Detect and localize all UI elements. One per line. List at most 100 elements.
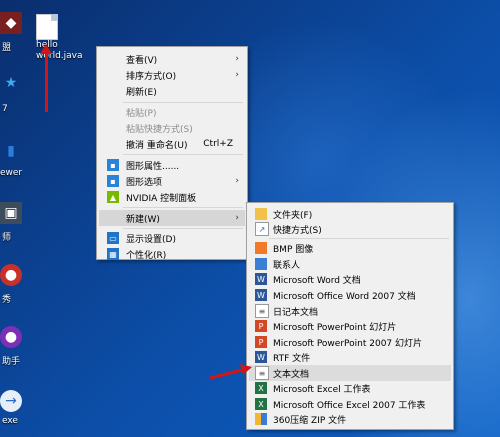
shortcut-icon: ↗ xyxy=(255,222,269,236)
context-menu: 查看(V) › 排序方式(O) › 刷新(E) 粘贴(P) 粘贴快捷方式(S) … xyxy=(96,46,248,262)
java-file-icon[interactable] xyxy=(36,14,58,40)
submenu-label: Microsoft Office Word 2007 文档 xyxy=(273,291,416,302)
menu-item-paste-shortcut[interactable]: 粘贴快捷方式(S) xyxy=(99,120,245,136)
app-icon-7[interactable]: → xyxy=(0,390,22,412)
desktop-label-1: 盟 xyxy=(2,43,12,53)
desktop-label-5: 秀 xyxy=(2,295,12,305)
new-item-text-document[interactable]: ≡ 文本文档 xyxy=(249,365,451,381)
menu-shortcut: Ctrl+Z xyxy=(203,139,233,149)
submenu-label: Microsoft Excel 工作表 xyxy=(273,384,371,395)
menu-item-undo-rename[interactable]: 撤消 重命名(U) Ctrl+Z xyxy=(99,136,245,152)
desktop-label-6: 助手 xyxy=(2,357,21,367)
new-item-word-2007[interactable]: W Microsoft Office Word 2007 文档 xyxy=(249,287,451,303)
chevron-right-icon: › xyxy=(235,70,239,80)
personalize-icon: ▦ xyxy=(107,248,119,260)
submenu-label: BMP 图像 xyxy=(273,244,314,255)
graphics-icon: ▪ xyxy=(107,159,119,171)
word-icon: W xyxy=(255,289,267,301)
menu-label: 新建(W) xyxy=(126,214,160,225)
excel-icon: X xyxy=(255,398,267,410)
zip-icon xyxy=(255,413,267,425)
submenu-label: Microsoft PowerPoint 幻灯片 xyxy=(273,322,397,333)
display-icon: ▭ xyxy=(107,232,119,244)
star-icon[interactable]: ★ xyxy=(0,72,22,94)
menu-item-graphics-options[interactable]: ▪ 图形选项 › xyxy=(99,173,245,189)
new-item-bmp[interactable]: BMP 图像 xyxy=(249,240,451,256)
powerpoint-icon: P xyxy=(255,320,267,332)
menu-item-refresh[interactable]: 刷新(E) xyxy=(99,83,245,99)
app-icon-4[interactable]: ▣ xyxy=(0,202,22,224)
app-icon-6[interactable]: ● xyxy=(0,326,22,348)
new-submenu: 文件夹(F) ↗ 快捷方式(S) BMP 图像 联系人 W Microsoft … xyxy=(246,202,454,430)
new-item-contact[interactable]: 联系人 xyxy=(249,256,451,272)
app-icon-5[interactable]: ● xyxy=(0,264,22,286)
new-item-excel-2007[interactable]: X Microsoft Office Excel 2007 工作表 xyxy=(249,396,451,412)
app-icon-3[interactable]: ▮ xyxy=(0,140,22,162)
new-item-folder[interactable]: 文件夹(F) xyxy=(249,206,451,222)
new-item-rtf[interactable]: W RTF 文件 xyxy=(249,349,451,365)
desktop-label-4: 师 xyxy=(2,233,12,243)
new-item-word-doc[interactable]: W Microsoft Word 文档 xyxy=(249,271,451,287)
menu-item-paste[interactable]: 粘贴(P) xyxy=(99,104,245,120)
journal-icon: ≡ xyxy=(255,304,269,318)
new-item-journal[interactable]: ≡ 日记本文档 xyxy=(249,303,451,319)
powerpoint-icon: P xyxy=(255,336,267,348)
new-item-powerpoint[interactable]: P Microsoft PowerPoint 幻灯片 xyxy=(249,318,451,334)
desktop-label-3: ewer xyxy=(0,168,23,178)
red-arrowhead-up-icon xyxy=(40,44,52,54)
menu-divider xyxy=(123,207,243,208)
menu-label: 撤消 重命名(U) xyxy=(126,140,188,151)
menu-item-new[interactable]: 新建(W) › xyxy=(99,210,245,226)
menu-item-sort[interactable]: 排序方式(O) › xyxy=(99,67,245,83)
desktop-label-7: exe xyxy=(2,416,18,426)
excel-icon: X xyxy=(255,382,267,394)
submenu-label: 联系人 xyxy=(273,260,301,271)
menu-label: 查看(V) xyxy=(126,55,158,66)
submenu-label: 文件夹(F) xyxy=(273,210,313,221)
chevron-right-icon: › xyxy=(235,54,239,64)
new-item-powerpoint-2007[interactable]: P Microsoft PowerPoint 2007 幻灯片 xyxy=(249,334,451,350)
menu-label: 排序方式(O) xyxy=(126,71,177,82)
folder-icon xyxy=(255,208,267,220)
menu-item-personalize[interactable]: ▦ 个性化(R) xyxy=(99,246,245,262)
menu-label: 粘贴(P) xyxy=(126,108,157,119)
menu-item-view[interactable]: 查看(V) › xyxy=(99,51,245,67)
new-item-excel[interactable]: X Microsoft Excel 工作表 xyxy=(249,380,451,396)
submenu-label: 快捷方式(S) xyxy=(273,225,322,236)
menu-divider xyxy=(123,228,243,229)
app-icon-1[interactable]: ◆ xyxy=(0,12,22,34)
menu-label: 刷新(E) xyxy=(126,87,157,98)
submenu-label: Microsoft Word 文档 xyxy=(273,275,361,286)
menu-label: 图形选项 xyxy=(126,177,163,188)
menu-item-nvidia-control-panel[interactable]: ▲ NVIDIA 控制面板 xyxy=(99,189,245,205)
menu-item-graphics-properties[interactable]: ▪ 图形属性...... xyxy=(99,157,245,173)
contact-icon xyxy=(255,258,267,270)
submenu-label: 文本文档 xyxy=(273,369,310,380)
menu-label: 图形属性...... xyxy=(126,161,180,172)
menu-label: NVIDIA 控制面板 xyxy=(126,193,197,204)
rtf-icon: W xyxy=(255,351,267,363)
menu-label: 显示设置(D) xyxy=(126,234,176,245)
submenu-label: RTF 文件 xyxy=(273,353,311,364)
submenu-label: Microsoft PowerPoint 2007 幻灯片 xyxy=(273,338,423,349)
menu-divider xyxy=(123,102,243,103)
bmp-icon xyxy=(255,242,267,254)
menu-item-display-settings[interactable]: ▭ 显示设置(D) xyxy=(99,230,245,246)
new-item-shortcut[interactable]: ↗ 快捷方式(S) xyxy=(249,221,451,237)
submenu-label: 日记本文档 xyxy=(273,307,319,318)
word-icon: W xyxy=(255,273,267,285)
chevron-right-icon: › xyxy=(235,213,239,223)
graphics-icon: ▪ xyxy=(107,175,119,187)
menu-label: 粘贴快捷方式(S) xyxy=(126,124,193,135)
desktop-label-2: 7 xyxy=(2,104,8,114)
menu-label: 个性化(R) xyxy=(126,250,167,261)
chevron-right-icon: › xyxy=(235,176,239,186)
nvidia-icon: ▲ xyxy=(107,191,119,203)
red-arrow-up-icon xyxy=(45,50,48,112)
red-arrow-right-icon xyxy=(209,364,252,380)
submenu-divider xyxy=(269,238,449,239)
menu-divider xyxy=(123,154,243,155)
submenu-label: Microsoft Office Excel 2007 工作表 xyxy=(273,400,426,411)
new-item-zip[interactable]: 360压缩 ZIP 文件 xyxy=(249,411,451,427)
text-doc-icon: ≡ xyxy=(255,366,269,380)
